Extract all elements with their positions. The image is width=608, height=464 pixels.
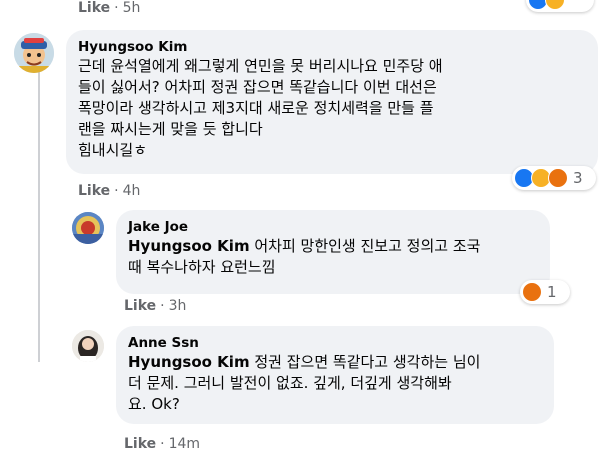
mention-link[interactable]: Hyungsoo Kim bbox=[128, 353, 250, 371]
profile-photo-icon bbox=[72, 330, 104, 362]
reply-bubble: Anne Ssn Hyungsoo Kim 정권 잡으면 똑같다고 생각하는 님… bbox=[116, 326, 554, 424]
reply-bubble: Jake Joe Hyungsoo Kim 어차피 망한인생 진보고 정의고 조… bbox=[116, 210, 550, 294]
avatar[interactable] bbox=[72, 330, 104, 362]
timestamp[interactable]: 3h bbox=[169, 298, 187, 314]
angry-reaction-icon bbox=[548, 168, 568, 188]
comment-text: 근데 윤석열에게 왜그렇게 연민을 못 버리시나요 민주당 애 들이 싫어서? … bbox=[78, 57, 443, 159]
timestamp[interactable]: 5h bbox=[123, 0, 141, 16]
comment-meta: Like · 14m bbox=[124, 436, 201, 452]
like-button[interactable]: Like bbox=[78, 0, 110, 16]
avatar[interactable] bbox=[14, 33, 54, 73]
reaction-count: 1 bbox=[547, 283, 557, 301]
reaction-summary[interactable]: 1 bbox=[520, 280, 570, 304]
reaction-count: 3 bbox=[573, 169, 583, 187]
reaction-summary[interactable] bbox=[526, 0, 594, 12]
comment-author[interactable]: Jake Joe bbox=[128, 218, 538, 236]
timestamp[interactable]: 14m bbox=[169, 436, 200, 452]
like-button[interactable]: Like bbox=[124, 298, 156, 314]
comment-bubble: Hyungsoo Kim 근데 윤석열에게 왜그렇게 연민을 못 버리시나요 민… bbox=[66, 30, 598, 174]
thread-line bbox=[38, 72, 40, 362]
avatar[interactable] bbox=[72, 212, 104, 244]
angry-reaction-icon bbox=[522, 282, 542, 302]
profile-photo-icon bbox=[72, 212, 104, 244]
timestamp[interactable]: 4h bbox=[123, 183, 141, 199]
mention-link[interactable]: Hyungsoo Kim bbox=[128, 237, 250, 255]
like-button[interactable]: Like bbox=[124, 436, 156, 452]
comment-text: Hyungsoo Kim 정권 잡으면 똑같다고 생각하는 님이 더 문제. 그… bbox=[128, 353, 481, 413]
comment-author[interactable]: Anne Ssn bbox=[128, 334, 542, 352]
cartoon-avatar-icon bbox=[14, 33, 54, 73]
like-button[interactable]: Like bbox=[78, 183, 110, 199]
haha-reaction-icon bbox=[545, 0, 565, 10]
comment-author[interactable]: Hyungsoo Kim bbox=[78, 38, 586, 56]
comment-meta: Like · 4h bbox=[78, 183, 141, 199]
reaction-summary[interactable]: 3 bbox=[512, 166, 596, 190]
comment-meta: Like · 3h bbox=[124, 298, 187, 314]
comment-text: Hyungsoo Kim 어차피 망한인생 진보고 정의고 조국 때 복수나하자… bbox=[128, 237, 481, 276]
top-meta: Like · 5h bbox=[78, 0, 141, 16]
